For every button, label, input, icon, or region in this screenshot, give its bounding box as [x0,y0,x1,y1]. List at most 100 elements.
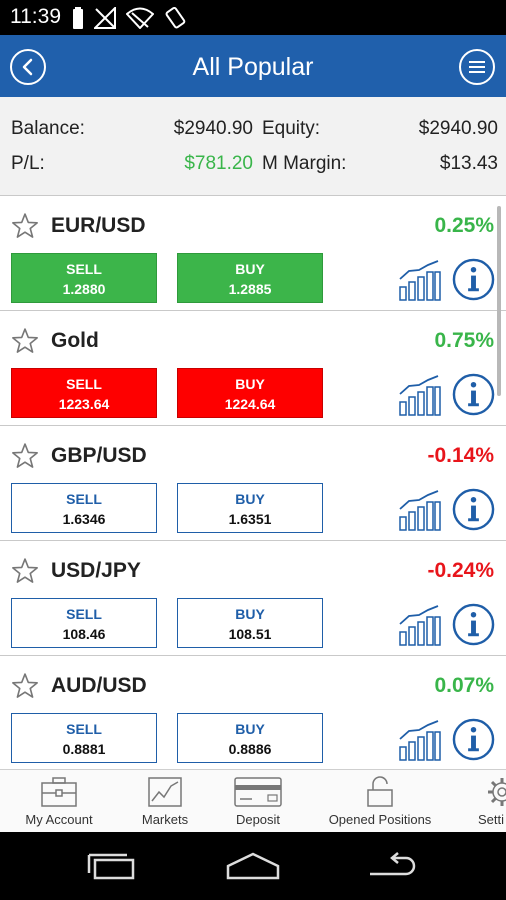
status-icons [72,5,186,31]
margin-label: M Margin: [262,153,347,174]
buy-label: BUY [235,261,265,277]
nav-label: My Account [25,812,93,827]
balance-value: $2940.90 [173,118,253,139]
equity-value: $2940.90 [418,118,498,139]
buy-button[interactable]: BUY 1.2885 [177,253,323,303]
info-icon[interactable] [452,603,495,646]
signal-icon [94,7,116,29]
status-bar: 11:39 [0,0,506,35]
nav-my-account[interactable]: My Account [14,770,104,832]
market-list[interactable]: EUR/USD 0.25% SELL 1.2880 BUY 1.2885 Gol… [0,196,506,769]
buy-price: 108.51 [228,626,272,642]
buy-price: 1.6351 [228,511,272,527]
market-row: GBP/USD -0.14% SELL 1.6346 BUY 1.6351 [0,426,506,541]
menu-button[interactable] [459,49,495,85]
rotate-icon [165,6,186,29]
info-icon[interactable] [452,718,495,761]
instrument-name: USD/JPY [51,559,141,582]
sell-button[interactable]: SELL 0.8881 [11,713,157,763]
sell-label: SELL [66,606,102,622]
sell-price: 0.8881 [62,741,106,757]
info-icon[interactable] [452,488,495,531]
home-icon[interactable] [226,852,280,880]
nav-label: Deposit [235,812,281,827]
chart-icon [148,777,182,807]
sell-price: 1.6346 [62,511,106,527]
sell-price: 108.46 [62,626,106,642]
bottom-nav: My Account Markets Deposit Opened Positi… [0,769,506,832]
info-icon[interactable] [452,258,495,301]
recent-apps-icon[interactable] [86,852,136,880]
buy-button[interactable]: BUY 1224.64 [177,368,323,418]
instrument-name: GBP/USD [51,444,147,467]
market-row: USD/JPY -0.24% SELL 108.46 BUY 108.51 [0,541,506,656]
buy-button[interactable]: BUY 108.51 [177,598,323,648]
star-icon[interactable] [11,442,39,470]
briefcase-icon [41,777,77,807]
lock-icon [367,776,393,807]
chart-icon[interactable] [398,719,442,761]
change-percent: 0.25% [434,214,494,237]
gear-icon [488,778,506,806]
market-row: EUR/USD 0.25% SELL 1.2880 BUY 1.2885 [0,196,506,311]
buy-price: 0.8886 [228,741,272,757]
app-header: All Popular [0,35,506,97]
account-summary: Balance: $2940.90 Equity: $2940.90 P/L: … [0,97,506,196]
nav-settings[interactable]: Setti [472,770,506,832]
buy-button[interactable]: BUY 1.6351 [177,483,323,533]
buy-label: BUY [235,376,265,392]
sell-label: SELL [66,261,102,277]
sell-price: 1.2880 [62,281,106,297]
credit-card-icon [234,777,282,807]
star-icon[interactable] [11,672,39,700]
sell-button[interactable]: SELL 1223.64 [11,368,157,418]
star-icon[interactable] [11,212,39,240]
nav-opened-positions[interactable]: Opened Positions [318,770,442,832]
sell-button[interactable]: SELL 108.46 [11,598,157,648]
back-icon[interactable] [368,852,418,880]
balance-label: Balance: [11,118,85,139]
wifi-icon [126,7,154,29]
info-icon[interactable] [452,373,495,416]
instrument-name: EUR/USD [51,214,146,237]
nav-label: Opened Positions [328,812,432,827]
market-row: AUD/USD 0.07% SELL 0.8881 BUY 0.8886 [0,656,506,769]
buy-price: 1.2885 [228,281,272,297]
scrollbar[interactable] [497,206,501,396]
sell-label: SELL [66,376,102,392]
system-nav-bar [0,832,506,900]
page-title: All Popular [192,53,314,81]
sell-price: 1223.64 [58,396,110,412]
instrument-name: AUD/USD [51,674,147,697]
nav-markets[interactable]: Markets [125,770,205,832]
equity-label: Equity: [262,118,321,139]
battery-icon [73,7,83,29]
status-time: 11:39 [10,5,61,28]
chart-icon[interactable] [398,259,442,301]
instrument-name: Gold [51,329,99,352]
chart-icon[interactable] [398,374,442,416]
buy-label: BUY [235,721,265,737]
buy-price: 1224.64 [224,396,276,412]
buy-label: BUY [235,606,265,622]
sell-label: SELL [66,721,102,737]
nav-label: Setti [478,812,505,827]
buy-button[interactable]: BUY 0.8886 [177,713,323,763]
sell-label: SELL [66,491,102,507]
pl-value: $781.20 [184,153,253,174]
change-percent: -0.24% [427,559,494,582]
sell-button[interactable]: SELL 1.2880 [11,253,157,303]
star-icon[interactable] [11,557,39,585]
market-row: Gold 0.75% SELL 1223.64 BUY 1224.64 [0,311,506,426]
pl-label: P/L: [11,153,45,174]
nav-deposit[interactable]: Deposit [218,770,298,832]
chart-icon[interactable] [398,604,442,646]
buy-label: BUY [235,491,265,507]
change-percent: -0.14% [427,444,494,467]
change-percent: 0.75% [434,329,494,352]
change-percent: 0.07% [434,674,494,697]
star-icon[interactable] [11,327,39,355]
menu-icon [469,61,485,73]
chart-icon[interactable] [398,489,442,531]
sell-button[interactable]: SELL 1.6346 [11,483,157,533]
